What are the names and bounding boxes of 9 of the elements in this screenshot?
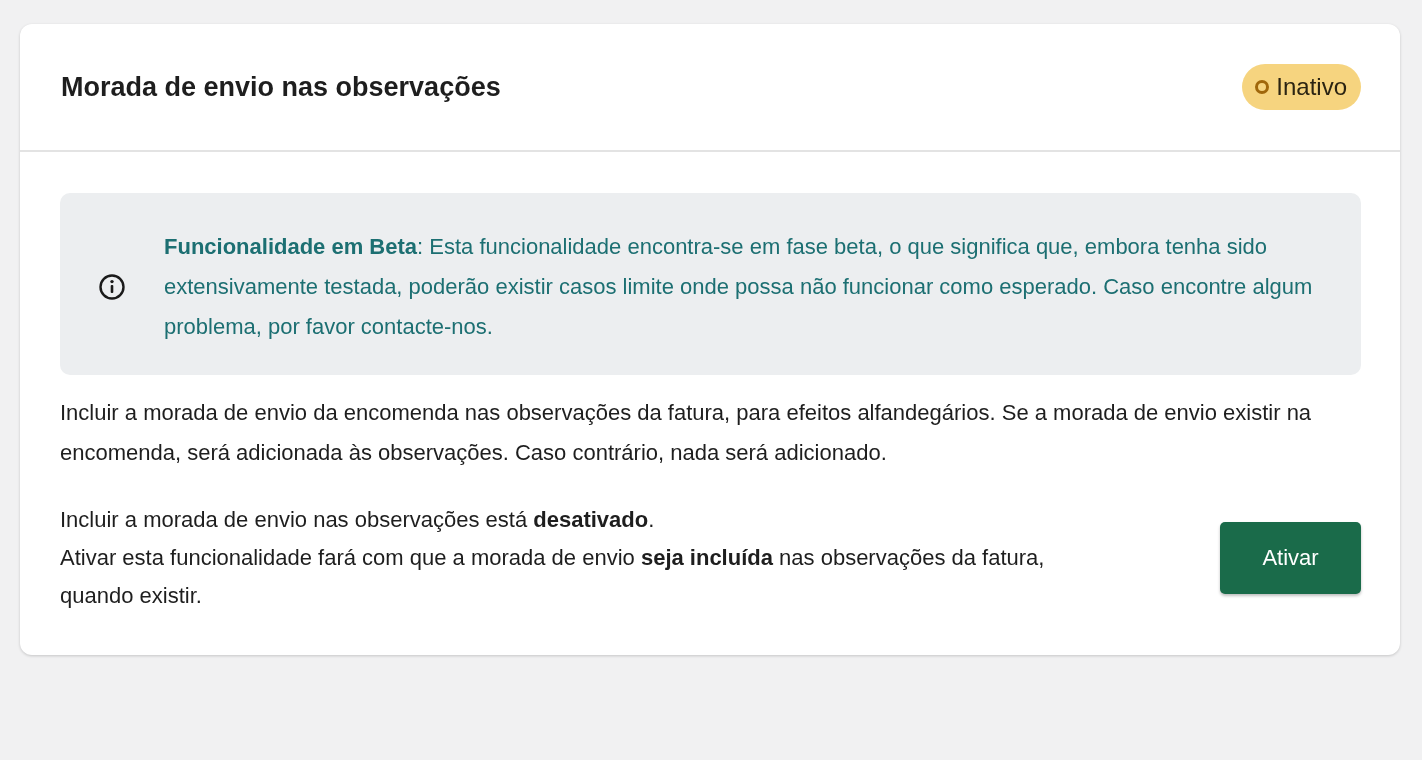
card-title: Morada de envio nas observações (61, 71, 501, 103)
description-text: Incluir a morada de envio da encomenda nas observações da fatura, para efeitos alfandegários. Se a morada de envio existir na encomenda, será adicionada às observações. Caso contrário, nada será adicionado. (60, 399, 1313, 467)
activate-button[interactable]: Ativar (1220, 522, 1361, 594)
notice-text: Funcionalidade em Beta: Esta funcionalidade encontra-se em fase beta, o que significa que, embora tenha sido extensivamente testada, poderão existir casos limite onde possa não funcionar como esperado. Caso encontre algum problema, por favor contacte-nos. (164, 233, 1314, 341)
state-text: Ativar esta funcionalidade fará com que a morada de envio seja incluída nas observações da fatura, quando existir. (60, 544, 1046, 610)
state-text: Incluir a morada de envio nas observações está desativado. (60, 506, 656, 534)
status-icon (1254, 79, 1271, 95)
status-label: Inativo (1276, 73, 1347, 101)
info-icon (98, 273, 126, 301)
